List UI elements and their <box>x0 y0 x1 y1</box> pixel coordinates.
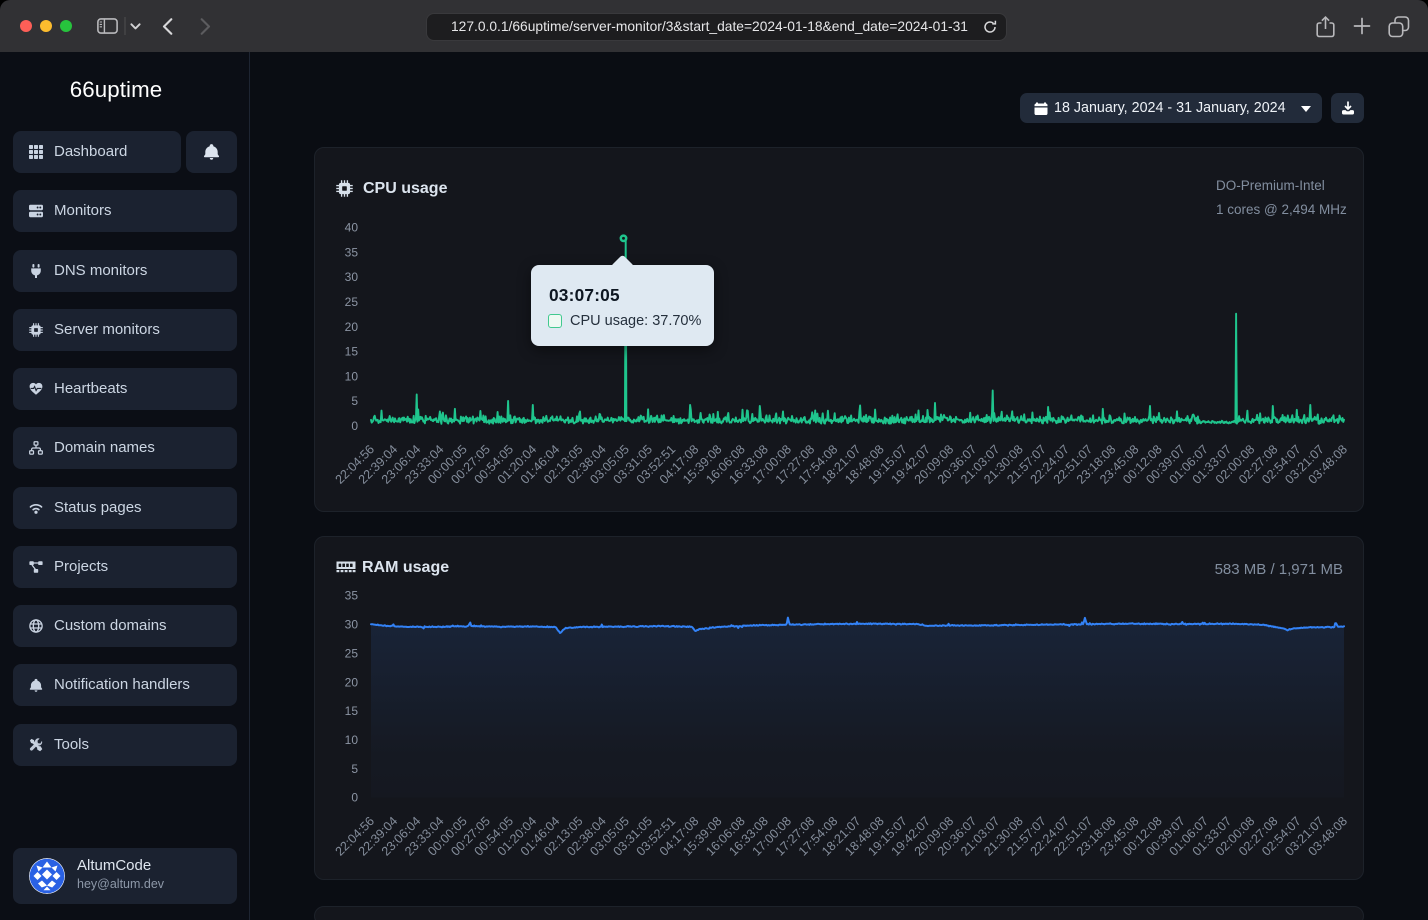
svg-text:30: 30 <box>345 618 359 632</box>
svg-text:15: 15 <box>345 704 359 718</box>
svg-text:20: 20 <box>345 675 359 689</box>
svg-text:20: 20 <box>345 320 359 334</box>
svg-text:25: 25 <box>345 295 359 309</box>
svg-text:15: 15 <box>345 345 359 359</box>
svg-text:5: 5 <box>351 762 358 776</box>
svg-text:0: 0 <box>351 419 358 433</box>
svg-text:35: 35 <box>345 589 359 603</box>
svg-text:10: 10 <box>345 733 359 747</box>
svg-text:10: 10 <box>345 369 359 383</box>
svg-text:25: 25 <box>345 646 359 660</box>
svg-text:40: 40 <box>345 221 359 235</box>
svg-text:5: 5 <box>351 394 358 408</box>
svg-text:30: 30 <box>345 270 359 284</box>
svg-text:35: 35 <box>345 245 359 259</box>
svg-text:0: 0 <box>351 791 358 805</box>
